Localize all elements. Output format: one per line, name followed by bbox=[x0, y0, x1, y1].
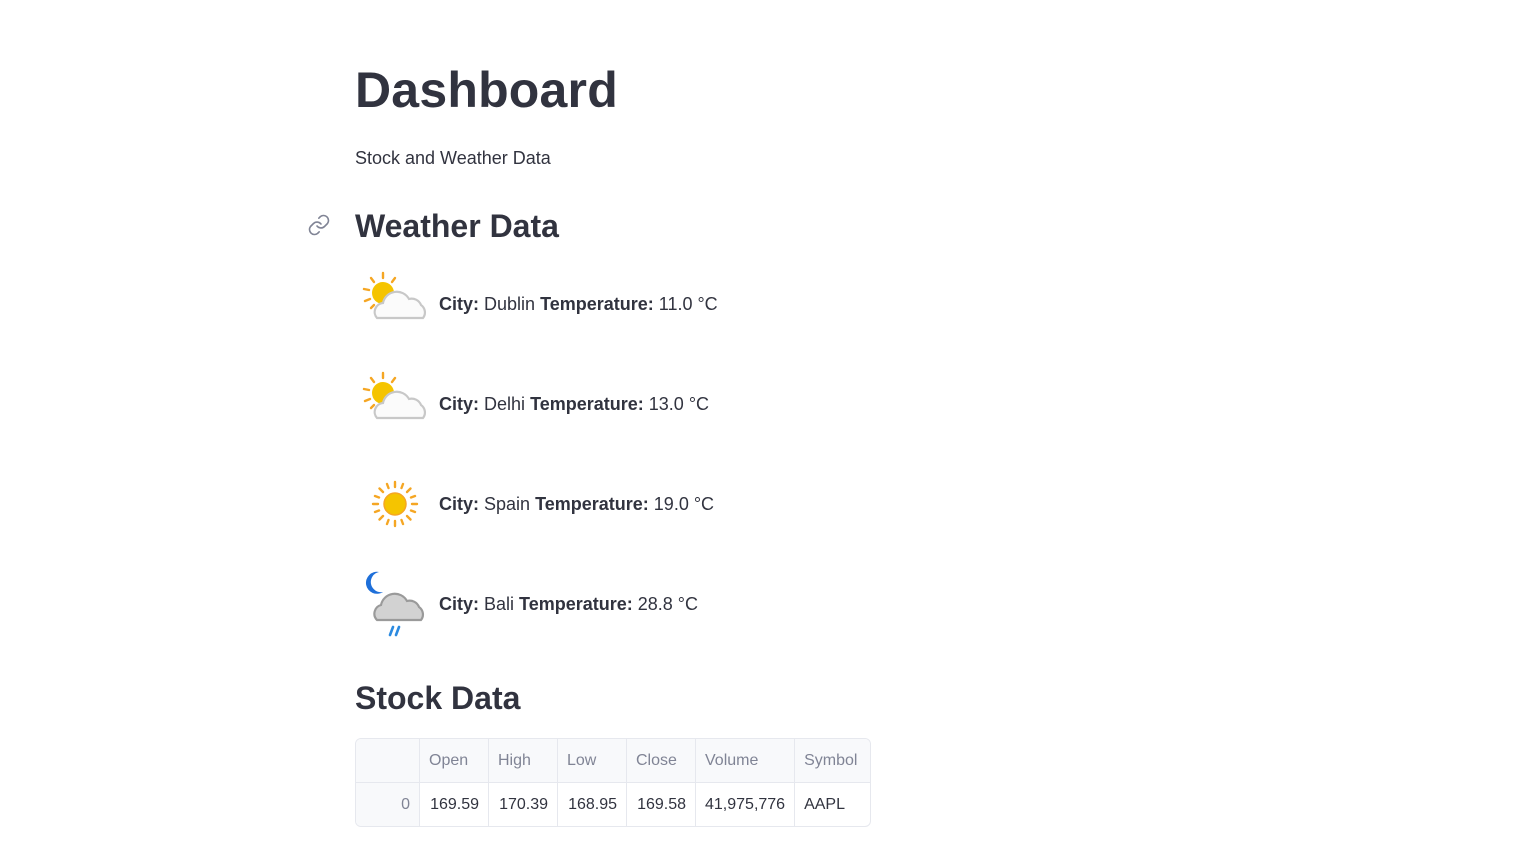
page-title: Dashboard bbox=[355, 62, 618, 118]
weather-item: City: Bali Temperature: 28.8 °C bbox=[359, 568, 698, 640]
temperature-value: 19.0 °C bbox=[653, 494, 715, 514]
open-cell[interactable]: 169.59 bbox=[419, 782, 489, 826]
city-label: City: bbox=[439, 594, 479, 614]
column-header-volume[interactable]: Volume bbox=[695, 739, 796, 783]
low-cell[interactable]: 168.95 bbox=[557, 782, 627, 826]
weather-item: City: Spain Temperature: 19.0 °C bbox=[359, 468, 714, 540]
city-label: City: bbox=[439, 394, 479, 414]
symbol-cell[interactable]: AAPL bbox=[795, 783, 870, 827]
temperature-label: Temperature: bbox=[530, 394, 644, 414]
city-label: City: bbox=[439, 294, 479, 314]
temperature-value: 11.0 °C bbox=[658, 294, 718, 314]
volume-cell[interactable]: 41,975,776 bbox=[695, 782, 796, 826]
weather-text: City: Dublin Temperature: 11.0 °C bbox=[439, 292, 718, 316]
temperature-label: Temperature: bbox=[535, 494, 649, 514]
close-cell[interactable]: 169.58 bbox=[626, 782, 696, 826]
page-subtitle: Stock and Weather Data bbox=[355, 148, 551, 168]
stock-dataframe[interactable]: Open High Low Close Volume Symbol 0 169.… bbox=[355, 738, 872, 827]
weather-section-heading: Weather Data bbox=[355, 208, 559, 244]
weather-item: City: Dublin Temperature: 11.0 °C bbox=[359, 268, 718, 340]
column-header-open[interactable]: Open bbox=[419, 739, 489, 783]
night-rain-icon bbox=[359, 568, 431, 640]
partly-sunny-icon bbox=[359, 268, 431, 340]
column-header-high[interactable]: High bbox=[488, 739, 558, 783]
table-row: 0 169.59 170.39 168.95 169.58 41,975,776… bbox=[356, 782, 870, 827]
column-header-low[interactable]: Low bbox=[557, 739, 627, 783]
column-header-index[interactable] bbox=[356, 739, 420, 783]
city-label: City: bbox=[439, 494, 479, 514]
temperature-label: Temperature: bbox=[540, 294, 654, 314]
column-header-close[interactable]: Close bbox=[626, 739, 696, 783]
temperature-label: Temperature: bbox=[519, 594, 633, 614]
city-name: Spain bbox=[484, 494, 531, 514]
city-name: Delhi bbox=[484, 394, 526, 414]
sun-icon bbox=[359, 468, 431, 540]
column-header-symbol[interactable]: Symbol bbox=[794, 739, 871, 783]
city-name: Dublin bbox=[484, 294, 536, 314]
weather-text: City: Spain Temperature: 19.0 °C bbox=[439, 492, 714, 516]
stock-section-heading: Stock Data bbox=[355, 680, 521, 716]
temperature-value: 28.8 °C bbox=[637, 594, 698, 614]
city-name: Bali bbox=[484, 594, 515, 614]
weather-text: City: Bali Temperature: 28.8 °C bbox=[439, 592, 698, 616]
weather-text: City: Delhi Temperature: 13.0 °C bbox=[439, 392, 709, 416]
table-header-row: Open High Low Close Volume Symbol bbox=[356, 739, 871, 783]
temperature-value: 13.0 °C bbox=[648, 394, 710, 414]
weather-item: City: Delhi Temperature: 13.0 °C bbox=[359, 368, 709, 440]
row-index-cell[interactable]: 0 bbox=[356, 782, 420, 826]
high-cell[interactable]: 170.39 bbox=[488, 782, 558, 826]
partly-sunny-icon bbox=[359, 368, 431, 440]
stock-table[interactable]: Open High Low Close Volume Symbol 0 169.… bbox=[356, 739, 871, 827]
link-icon[interactable] bbox=[307, 213, 331, 237]
